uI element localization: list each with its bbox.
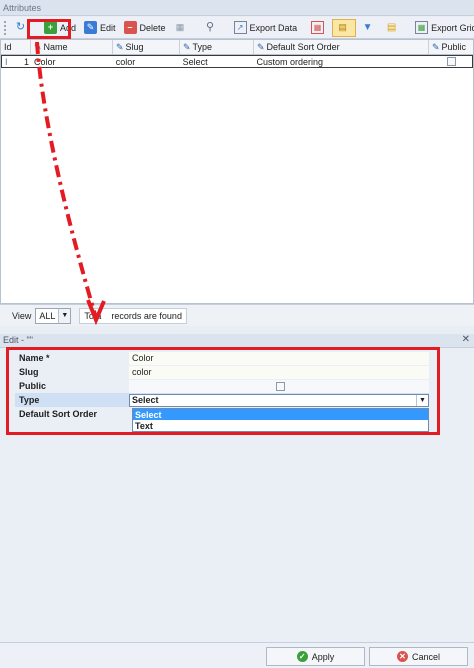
- pencil-icon: ✎: [257, 41, 265, 52]
- column-header-type[interactable]: ✎ Type: [180, 40, 254, 54]
- column-header-public[interactable]: ✎ Public: [429, 40, 473, 54]
- table-row[interactable]: I 1 Color color Select Custom ordering: [1, 55, 473, 68]
- cell-id[interactable]: 1: [14, 56, 31, 67]
- refresh-icon: ↻: [15, 21, 26, 33]
- export-grid-button[interactable]: ▦ Export Grid ▼: [412, 19, 474, 37]
- view-select[interactable]: ALL ▼: [35, 307, 72, 324]
- cell-name[interactable]: Color: [31, 56, 113, 67]
- group-icon: ▤: [386, 21, 397, 33]
- column-header-id[interactable]: Id: [1, 40, 31, 54]
- toolbar-grip[interactable]: [4, 20, 6, 35]
- apply-button[interactable]: ✓ Apply: [266, 647, 365, 666]
- check-icon: ✓: [296, 651, 308, 662]
- delete-button[interactable]: – Delete: [121, 19, 169, 37]
- cell-slug[interactable]: color: [113, 56, 180, 67]
- export-data-icon: ↗: [233, 21, 247, 34]
- grid-header: Id ✎ Name ✎ Slug ✎ Type ✎ Default Sort Order…: [1, 40, 473, 55]
- cell-type[interactable]: Select: [180, 56, 254, 67]
- toolbar: ↻ + Add ✎ Edit – Delete ▦ ⚲ ↗ Export Dat…: [0, 17, 474, 39]
- edit-panel-title: Edit - "" ✕: [0, 334, 474, 348]
- columns-icon: ▦: [175, 22, 185, 32]
- column-header-sort-order[interactable]: ✎ Default Sort Order: [254, 40, 429, 54]
- chevron-down-icon[interactable]: ▼: [58, 308, 71, 323]
- column-header-slug[interactable]: ✎ Slug: [113, 40, 180, 54]
- status-bar: View ALL ▼ Tota records are found: [0, 304, 474, 326]
- public-checkbox[interactable]: [447, 57, 457, 66]
- cancel-icon: ✕: [396, 651, 408, 662]
- bottom-action-bar: ✓ Apply ✕ Cancel: [0, 642, 474, 668]
- view-select-value: ALL: [39, 310, 56, 321]
- pencil-icon: ✎: [84, 21, 98, 34]
- export-grid-icon: ▦: [415, 21, 429, 34]
- row-indicator: I: [5, 56, 8, 67]
- pencil-icon: ✎: [432, 41, 440, 52]
- grid-view-icon: ▦: [311, 21, 325, 34]
- group-button[interactable]: ▤: [382, 19, 404, 37]
- cell-sort-order[interactable]: Custom ordering: [253, 56, 428, 67]
- edit-button[interactable]: ✎ Edit: [81, 19, 119, 37]
- search-button[interactable]: ⚲: [201, 19, 223, 37]
- filter-button[interactable]: ▼: [358, 19, 380, 37]
- panel-title: Attributes: [0, 0, 474, 16]
- cancel-button[interactable]: ✕ Cancel: [369, 647, 468, 666]
- view-label: View: [12, 310, 32, 321]
- columns-button[interactable]: ▦: [171, 19, 193, 37]
- add-highlight-box: [27, 19, 71, 39]
- close-icon[interactable]: ✕: [462, 334, 470, 345]
- pencil-icon: ✎: [34, 41, 42, 52]
- filter-icon: ▼: [362, 21, 373, 33]
- delete-icon: –: [123, 21, 137, 34]
- attributes-grid: Id ✎ Name ✎ Slug ✎ Type ✎ Default Sort Order…: [0, 39, 474, 304]
- edit-highlight-box: [6, 347, 440, 435]
- apply-label: Apply: [311, 651, 335, 662]
- pencil-icon: ✎: [183, 41, 191, 52]
- auto-height-icon: ▤: [338, 22, 347, 32]
- search-icon: ⚲: [206, 21, 215, 33]
- export-data-label: Export Data: [249, 22, 298, 33]
- column-header-name[interactable]: ✎ Name: [31, 40, 113, 54]
- export-grid-label: Export Grid: [431, 22, 474, 33]
- delete-label: Delete: [139, 22, 166, 33]
- cell-public[interactable]: [428, 56, 472, 67]
- pencil-icon: ✎: [116, 41, 124, 52]
- auto-height-button[interactable]: ▤: [332, 18, 357, 37]
- cancel-label: Cancel: [411, 651, 440, 662]
- export-data-button[interactable]: ↗ Export Data: [231, 19, 301, 37]
- grid-view-button[interactable]: ▦: [308, 19, 330, 37]
- records-count: Tota records are found: [79, 307, 187, 324]
- edit-label: Edit: [100, 22, 116, 33]
